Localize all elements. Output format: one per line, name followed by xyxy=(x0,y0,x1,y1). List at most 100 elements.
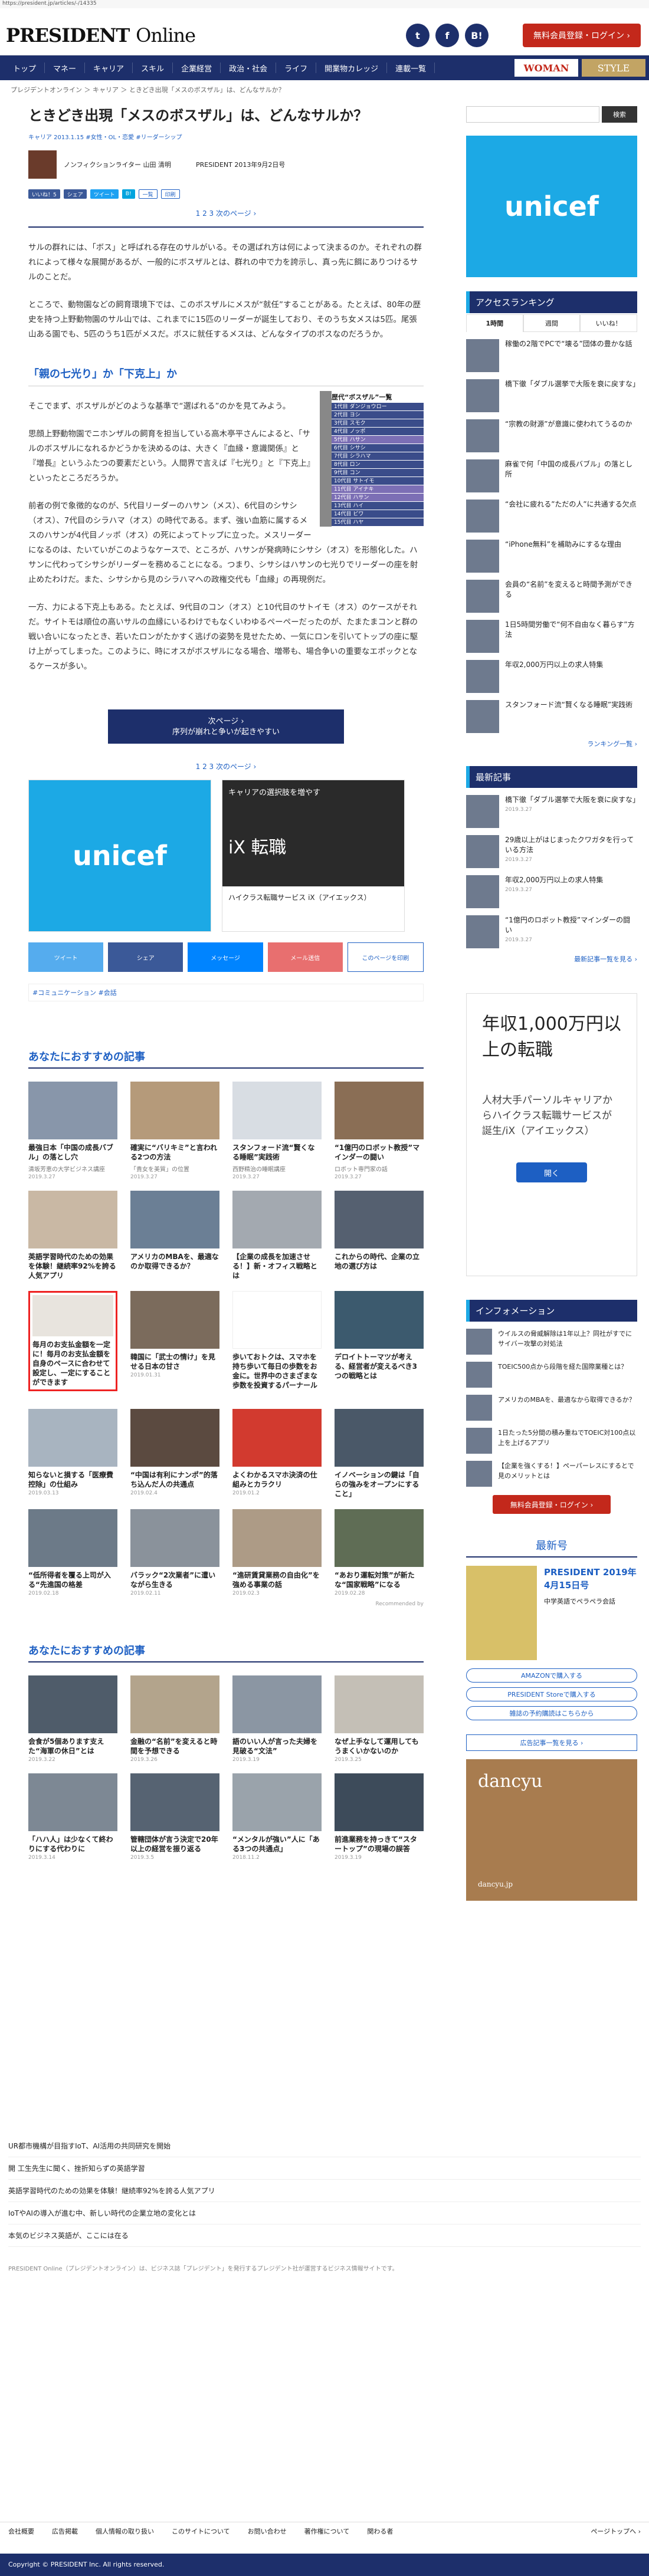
site-logo[interactable]: PRESIDENT Online xyxy=(6,24,196,47)
search-button[interactable]: 検索 xyxy=(602,106,637,123)
nav-top[interactable]: トップ xyxy=(5,63,45,74)
info-item[interactable]: 1日たった5分間の積み重ねでTOEIC対100点以上を上げるアプリ xyxy=(466,1428,637,1454)
article-category[interactable]: キャリア 2013.1.15 xyxy=(28,134,84,141)
nav-skill[interactable]: スキル xyxy=(133,63,173,74)
facebook-share-button[interactable]: シェア xyxy=(108,942,183,972)
footer-link[interactable]: 開 工生先生に聞く、挫折知らずの英語学習 xyxy=(8,2157,641,2180)
rec-card[interactable]: 語のいい人が言った夫婦を見破る“文法” 2019.3.19 xyxy=(232,1675,322,1763)
magazine-name[interactable]: PRESIDENT 2019年4月15日号 xyxy=(544,1566,637,1592)
ix-side-ad-open-button[interactable]: 開く xyxy=(516,1162,587,1182)
latest-item[interactable]: 橋下徹「ダブル選挙で大阪を衰に戻すな」 2019.3.27 xyxy=(466,795,640,828)
ranking-item[interactable]: 橋下徹「ダブル選挙で大阪を衰に戻すな」 xyxy=(466,379,640,412)
rec-card[interactable]: デロイトトーマツが考える、経営者が変えるべき3つの戦略とは xyxy=(335,1291,424,1391)
footer-nav-about[interactable]: このサイトについて xyxy=(172,2526,230,2536)
info-item[interactable]: 【企業を強くする！】ペーパーレスにするとで見のメリットとは xyxy=(466,1461,637,1487)
footer-nav-writers[interactable]: 関わる者 xyxy=(367,2526,393,2536)
breadcrumb[interactable]: プレジデントオンライン ＞ キャリア ＞ ときどき出現「メスのボスザル」は、どん… xyxy=(0,80,649,98)
mail-share-button[interactable]: メール送信 xyxy=(267,942,343,972)
rec-card[interactable]: 金融の“名前”を変えると時間を予想できる 2019.3.26 xyxy=(130,1675,219,1763)
rec-card[interactable]: 韓国に「武士の情け」を見せる日本の甘さ 2019.01.31 xyxy=(130,1291,219,1391)
login-button[interactable]: 無料会員登録・ログイン › xyxy=(523,24,641,47)
footer-link[interactable]: 英語学習時代のための効果を体験！継続率92%を誇る人気アプリ xyxy=(8,2180,641,2202)
rec-card[interactable]: “メンタルが強い”人に「ある3つの共通点」 2018.11.2 xyxy=(232,1773,322,1861)
tweet-button[interactable]: ツイート xyxy=(90,189,119,199)
ranking-item[interactable]: 麻雀で何「中国の成長バブル」の落とし所 xyxy=(466,459,637,492)
tweet-share-button[interactable]: ツイート xyxy=(28,942,104,972)
ranking-item[interactable]: 稼働の2階でPCで“壊る”団体の豊かな話 xyxy=(466,339,637,372)
rec-card[interactable]: 確実に“バリキミ”と言われる2つの方法 「貴女を美質」の位置 2019.3.27 xyxy=(130,1082,219,1180)
tab-likes[interactable]: いいね！ xyxy=(580,314,638,332)
pager-top[interactable]: 1 2 3 次のページ › xyxy=(28,208,424,218)
buy-amazon-button[interactable]: AMAZONで購入する xyxy=(466,1668,637,1683)
magazine-cover[interactable] xyxy=(466,1566,537,1660)
list-button[interactable]: 一覧 xyxy=(138,189,158,199)
ranking-item[interactable]: “会社に疲れる”ただの人”に共通する欠点 xyxy=(466,500,637,533)
twitter-icon[interactable]: t xyxy=(406,24,430,47)
latest-more-link[interactable]: 最新記事一覧を見る › xyxy=(466,954,637,964)
rec-card[interactable]: これからの時代、企業の立地の選び方は xyxy=(335,1191,424,1280)
facebook-icon[interactable]: f xyxy=(435,24,459,47)
nav-business[interactable]: 企業経営 xyxy=(173,63,221,74)
print-page-button[interactable]: このページを印刷 xyxy=(347,942,424,972)
rec-card[interactable]: 歩いておトクは、スマホを持ち歩いて毎日の歩数をお金に。世界中のさまざまな歩数を投… xyxy=(232,1291,322,1391)
rec-card[interactable]: “あおり運転対策”が新たな“国家戦略”になる 2019.02.28 xyxy=(335,1509,424,1596)
dancyu-ad[interactable]: dancyu dancyu.jp xyxy=(466,1759,637,1901)
info-login-button[interactable]: 無料会員登録・ログイン › xyxy=(493,1495,611,1514)
footer-link[interactable]: 本気のビジネス英語が、ここには在る xyxy=(8,2225,641,2247)
nav-money[interactable]: マネー xyxy=(45,63,86,74)
share-button[interactable]: シェア xyxy=(63,189,87,199)
ranking-item[interactable]: “宗教の財源”が意識に使われてうるのか xyxy=(466,419,637,452)
print-button[interactable]: 印刷 xyxy=(160,189,180,199)
pager-bottom[interactable]: 1 2 3 次のページ › xyxy=(28,761,424,771)
ranking-item[interactable]: スタンフォード流“賢くなる睡眠”実践術 xyxy=(466,700,637,733)
search-input[interactable] xyxy=(466,106,599,123)
nav-politics[interactable]: 政治・社会 xyxy=(221,63,277,74)
nav-college[interactable]: 開業物カレッジ xyxy=(316,63,388,74)
nav-life[interactable]: ライフ xyxy=(276,63,317,74)
like-button[interactable]: いいね！5 xyxy=(28,189,60,199)
unicef-side-ad[interactable]: unicef xyxy=(466,136,637,277)
ix-ad[interactable]: キャリアの選択肢を増やす iX 転職 ハイクラス転職サービス iX（アイエックス… xyxy=(222,780,405,932)
rec-card[interactable]: イノベーションの鍵は「自らの強みをオープンにすること」 xyxy=(335,1409,424,1499)
nav-woman[interactable]: WOMAN xyxy=(514,59,578,77)
rec-card[interactable]: なぜ上手なして運用してもうまくいかないのか 2019.3.25 xyxy=(335,1675,424,1763)
ranking-more-link[interactable]: ランキング一覧 › xyxy=(466,739,637,748)
rec-card[interactable]: 知らないと損する「医療費控除」の仕組み 2019.03.13 xyxy=(28,1409,117,1499)
rec-card[interactable]: バラック“2次業者”に遭いながら生きる 2019.02.11 xyxy=(130,1509,219,1596)
messenger-share-button[interactable]: メッセージ xyxy=(188,942,263,972)
footer-link[interactable]: UR都市機構が目指すIoT、AI活用の共同研究を開始 xyxy=(8,2135,641,2157)
footer-link[interactable]: IoTやAIの導入が進む中、新しい時代の企業立地の変化とは xyxy=(8,2202,641,2225)
footer-nav-ads[interactable]: 広告掲載 xyxy=(52,2526,78,2536)
hashtag-row[interactable]: #コミュニケーション #会話 xyxy=(28,984,424,1001)
author-name[interactable]: ノンフィクションライター 山田 清明 xyxy=(64,160,171,169)
rec-card[interactable]: アメリカのMBAを、最適なのか取得できるか？ xyxy=(130,1191,219,1280)
page-top-link[interactable]: ページトップへ › xyxy=(591,2526,641,2536)
footer-nav-contact[interactable]: お問い合わせ xyxy=(248,2526,287,2536)
rec-card[interactable]: 「ハハ人」は少なくて終わりにする代わりに 2019.3.14 xyxy=(28,1773,117,1861)
ad-list-button[interactable]: 広告記事一覧を見る › xyxy=(466,1734,637,1751)
footer-nav-company[interactable]: 会社概要 xyxy=(8,2526,34,2536)
nav-series[interactable]: 連載一覧 xyxy=(387,63,435,74)
tab-hourly[interactable]: 1時間 xyxy=(466,314,523,332)
info-item[interactable]: TOEIC500点から段階を経た国際業種とは？ xyxy=(466,1362,637,1388)
unicef-ad[interactable]: unicef xyxy=(28,780,211,932)
next-page-button[interactable]: 次ページ › 序列が崩れと争いが起きやすい xyxy=(108,709,344,744)
latest-item[interactable]: “1億円のロボット教授”マインダーの闘い 2019.3.27 xyxy=(466,915,637,948)
rec-card[interactable]: “進研賃貸業務の自由化”を強める事業の話 2019.02.3 xyxy=(232,1509,322,1596)
info-item[interactable]: アメリカのMBAを、最適なから取得できるか？ xyxy=(466,1395,637,1421)
hatena-button[interactable]: B! xyxy=(122,189,135,199)
rec-card[interactable]: 英語学習時代のための効果を体験！継続率92%を誇る人気アプリ xyxy=(28,1191,117,1280)
hatena-icon[interactable]: B! xyxy=(465,24,489,47)
nav-style[interactable]: STYLE xyxy=(582,59,645,77)
rec-card[interactable]: 会食が5個あります支えた“海軍の休日”とは 2019.3.22 xyxy=(28,1675,117,1763)
footer-nav-copyright[interactable]: 著作権について xyxy=(304,2526,350,2536)
rec-card[interactable]: “中国は有利にナンポ”的落ち込んだ人の共通点 2019.02.4 xyxy=(130,1409,219,1499)
rec-card[interactable]: 前進業務を持っきて“スタートップ”の現場の誤答 2019.3.19 xyxy=(335,1773,424,1861)
footer-nav-privacy[interactable]: 個人情報の取り扱い xyxy=(96,2526,154,2536)
rec-card[interactable]: 最強日本「中国の成長バブル」の落とし穴 清坂芳恵の大学ビジネス講座 2019.3.2… xyxy=(28,1082,117,1180)
rec-card[interactable]: “1億円のロボット教授”マインダーの闘い ロボット専門家の話 2019.3.27 xyxy=(335,1082,424,1180)
ranking-item[interactable]: 1日5時間労働で“何不自由なく暮らす”方法 xyxy=(466,620,637,653)
buy-store-button[interactable]: PRESIDENT Storeで購入する xyxy=(466,1687,637,1701)
ranking-item[interactable]: 年収2,000万円以上の求人特集 xyxy=(466,660,637,693)
rec-card[interactable]: スタンフォード流“賢くなる睡眠”実践術 西野精治の睡眠講座 2019.3.27 xyxy=(232,1082,322,1180)
